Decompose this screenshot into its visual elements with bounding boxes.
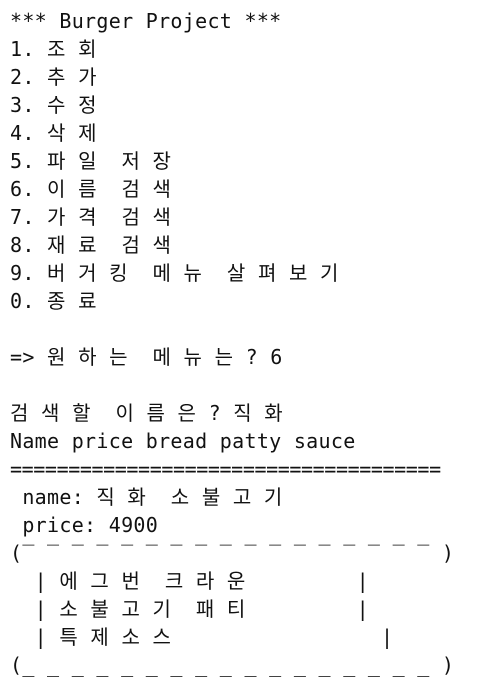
menu-item-search-ingredient: 8. 재 료 검 색: [10, 233, 172, 257]
menu-item-browse-menu: 9. 버 거 킹 메 뉴 살 펴 보 기: [10, 261, 339, 285]
header-line: *** Burger Project ***: [10, 9, 282, 33]
menu-item-delete: 4. 삭 제: [10, 121, 97, 145]
menu-item-edit: 3. 수 정: [10, 93, 97, 117]
menu-item-view: 1. 조 회: [10, 37, 97, 61]
menu-item-exit: 0. 종 료: [10, 289, 97, 313]
burger-box-row-bread: | 에 그 번 크 라 운 |: [10, 569, 370, 593]
menu-item-search-name: 6. 이 름 검 색: [10, 177, 172, 201]
menu-prompt: => 원 하 는 메 뉴 는 ? 6: [10, 345, 283, 369]
menu-item-search-price: 7. 가 격 검 색: [10, 205, 172, 229]
separator-line: =====================================: [10, 457, 441, 481]
columns-header: Name price bread patty sauce: [10, 429, 356, 453]
menu-item-add: 2. 추 가: [10, 65, 97, 89]
burger-box-row-patty: | 소 불 고 기 패 티 |: [10, 597, 370, 621]
burger-box-bottom: (_ _ _ _ _ _ _ _ _ _ _ _ _ _ _ _ _ ): [10, 653, 455, 677]
result-price: price: 4900: [10, 513, 159, 537]
burger-box-row-sauce: | 특 제 소 스 |: [10, 625, 394, 649]
terminal-window[interactable]: *** Burger Project *** 1. 조 회 2. 추 가 3. …: [0, 0, 482, 688]
result-name: name: 직 화 소 불 고 기: [10, 485, 283, 509]
burger-box-top: (‾ ‾ ‾ ‾ ‾ ‾ ‾ ‾ ‾ ‾ ‾ ‾ ‾ ‾ ‾ ‾ ‾ ): [10, 541, 455, 565]
search-prompt: 검 색 할 이 름 은 ? 직 화: [10, 401, 284, 425]
menu-item-save-file: 5. 파 일 저 장: [10, 149, 172, 173]
